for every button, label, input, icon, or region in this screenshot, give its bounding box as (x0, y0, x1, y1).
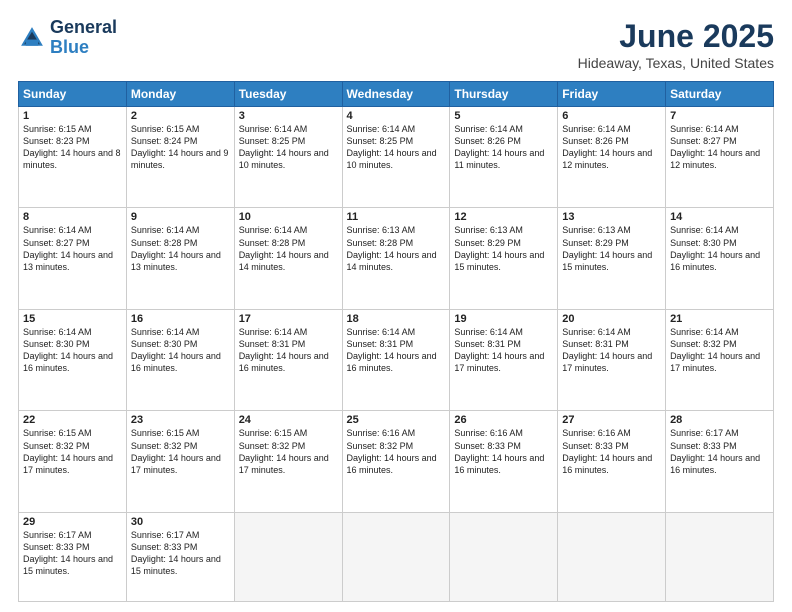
table-row: 4Sunrise: 6:14 AMSunset: 8:25 PMDaylight… (342, 107, 450, 208)
logo-icon (18, 24, 46, 52)
location: Hideaway, Texas, United States (578, 55, 774, 71)
table-row: 21Sunrise: 6:14 AMSunset: 8:32 PMDayligh… (666, 309, 774, 410)
table-row: 27Sunrise: 6:16 AMSunset: 8:33 PMDayligh… (558, 411, 666, 512)
table-row: 26Sunrise: 6:16 AMSunset: 8:33 PMDayligh… (450, 411, 558, 512)
table-row (234, 512, 342, 601)
table-row (558, 512, 666, 601)
table-row: 18Sunrise: 6:14 AMSunset: 8:31 PMDayligh… (342, 309, 450, 410)
col-wednesday: Wednesday (342, 82, 450, 107)
week-row-3: 15Sunrise: 6:14 AMSunset: 8:30 PMDayligh… (19, 309, 774, 410)
table-row: 7Sunrise: 6:14 AMSunset: 8:27 PMDaylight… (666, 107, 774, 208)
table-row: 12Sunrise: 6:13 AMSunset: 8:29 PMDayligh… (450, 208, 558, 309)
header: General Blue June 2025 Hideaway, Texas, … (18, 18, 774, 71)
table-row: 22Sunrise: 6:15 AMSunset: 8:32 PMDayligh… (19, 411, 127, 512)
table-row: 8Sunrise: 6:14 AMSunset: 8:27 PMDaylight… (19, 208, 127, 309)
table-row: 24Sunrise: 6:15 AMSunset: 8:32 PMDayligh… (234, 411, 342, 512)
table-row: 13Sunrise: 6:13 AMSunset: 8:29 PMDayligh… (558, 208, 666, 309)
table-row: 3Sunrise: 6:14 AMSunset: 8:25 PMDaylight… (234, 107, 342, 208)
calendar-header-row: Sunday Monday Tuesday Wednesday Thursday… (19, 82, 774, 107)
table-row: 5Sunrise: 6:14 AMSunset: 8:26 PMDaylight… (450, 107, 558, 208)
table-row: 15Sunrise: 6:14 AMSunset: 8:30 PMDayligh… (19, 309, 127, 410)
table-row: 10Sunrise: 6:14 AMSunset: 8:28 PMDayligh… (234, 208, 342, 309)
table-row: 20Sunrise: 6:14 AMSunset: 8:31 PMDayligh… (558, 309, 666, 410)
table-row (666, 512, 774, 601)
week-row-2: 8Sunrise: 6:14 AMSunset: 8:27 PMDaylight… (19, 208, 774, 309)
table-row (450, 512, 558, 601)
table-row: 16Sunrise: 6:14 AMSunset: 8:30 PMDayligh… (126, 309, 234, 410)
calendar-table: Sunday Monday Tuesday Wednesday Thursday… (18, 81, 774, 602)
logo: General Blue (18, 18, 117, 58)
table-row (342, 512, 450, 601)
logo-blue: Blue (50, 38, 117, 58)
table-row: 19Sunrise: 6:14 AMSunset: 8:31 PMDayligh… (450, 309, 558, 410)
week-row-1: 1Sunrise: 6:15 AMSunset: 8:23 PMDaylight… (19, 107, 774, 208)
col-tuesday: Tuesday (234, 82, 342, 107)
page: General Blue June 2025 Hideaway, Texas, … (0, 0, 792, 612)
table-row: 9Sunrise: 6:14 AMSunset: 8:28 PMDaylight… (126, 208, 234, 309)
table-row: 11Sunrise: 6:13 AMSunset: 8:28 PMDayligh… (342, 208, 450, 309)
week-row-4: 22Sunrise: 6:15 AMSunset: 8:32 PMDayligh… (19, 411, 774, 512)
col-monday: Monday (126, 82, 234, 107)
table-row: 25Sunrise: 6:16 AMSunset: 8:32 PMDayligh… (342, 411, 450, 512)
month-title: June 2025 (578, 18, 774, 55)
table-row: 29Sunrise: 6:17 AMSunset: 8:33 PMDayligh… (19, 512, 127, 601)
table-row: 23Sunrise: 6:15 AMSunset: 8:32 PMDayligh… (126, 411, 234, 512)
table-row: 6Sunrise: 6:14 AMSunset: 8:26 PMDaylight… (558, 107, 666, 208)
col-saturday: Saturday (666, 82, 774, 107)
col-thursday: Thursday (450, 82, 558, 107)
title-block: June 2025 Hideaway, Texas, United States (578, 18, 774, 71)
table-row: 14Sunrise: 6:14 AMSunset: 8:30 PMDayligh… (666, 208, 774, 309)
logo-general: General (50, 18, 117, 38)
table-row: 17Sunrise: 6:14 AMSunset: 8:31 PMDayligh… (234, 309, 342, 410)
table-row: 30Sunrise: 6:17 AMSunset: 8:33 PMDayligh… (126, 512, 234, 601)
table-row: 1Sunrise: 6:15 AMSunset: 8:23 PMDaylight… (19, 107, 127, 208)
table-row: 2Sunrise: 6:15 AMSunset: 8:24 PMDaylight… (126, 107, 234, 208)
table-row: 28Sunrise: 6:17 AMSunset: 8:33 PMDayligh… (666, 411, 774, 512)
week-row-5: 29Sunrise: 6:17 AMSunset: 8:33 PMDayligh… (19, 512, 774, 601)
col-friday: Friday (558, 82, 666, 107)
col-sunday: Sunday (19, 82, 127, 107)
